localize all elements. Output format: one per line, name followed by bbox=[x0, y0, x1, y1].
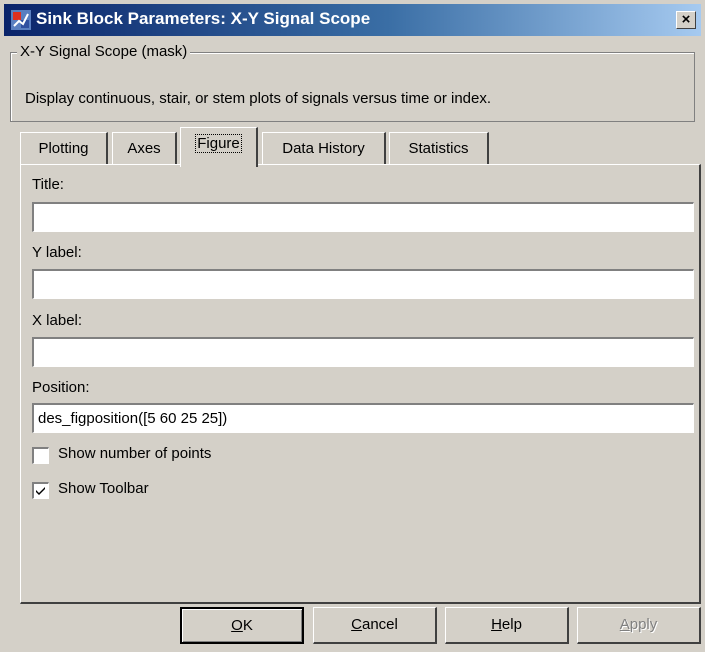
tab-statistics[interactable]: Statistics bbox=[389, 132, 489, 165]
tab-plotting[interactable]: Plotting bbox=[20, 132, 108, 165]
show-toolbar-checkbox[interactable] bbox=[32, 482, 49, 499]
y-label-input[interactable] bbox=[32, 269, 694, 299]
tab-figure[interactable]: Figure bbox=[180, 127, 258, 167]
dialog-window: Sink Block Parameters: X-Y Signal Scope … bbox=[0, 0, 705, 652]
tab-data-history[interactable]: Data History bbox=[262, 132, 386, 165]
x-label-label: X label: bbox=[32, 312, 83, 329]
show-points-checkbox[interactable] bbox=[32, 447, 49, 464]
show-toolbar-label: Show Toolbar bbox=[58, 480, 149, 497]
position-input[interactable] bbox=[32, 403, 694, 433]
tab-axes[interactable]: Axes bbox=[112, 132, 177, 165]
ok-button[interactable]: OK bbox=[180, 607, 304, 644]
title-label: Title: bbox=[32, 176, 64, 193]
title-input[interactable] bbox=[32, 202, 694, 232]
close-icon[interactable]: × bbox=[676, 11, 696, 29]
mask-legend: X-Y Signal Scope (mask) bbox=[17, 43, 191, 60]
simulink-block-icon bbox=[11, 10, 31, 30]
help-button[interactable]: Help bbox=[445, 607, 569, 644]
window-title: Sink Block Parameters: X-Y Signal Scope bbox=[36, 9, 371, 28]
position-label: Position: bbox=[32, 379, 90, 396]
checkmark-icon bbox=[36, 487, 45, 495]
apply-button[interactable]: Apply bbox=[577, 607, 701, 644]
mask-description: Display continuous, stair, or stem plots… bbox=[25, 90, 492, 107]
mask-groupbox bbox=[10, 52, 695, 122]
show-points-label: Show number of points bbox=[58, 445, 212, 462]
y-label-label: Y label: bbox=[32, 244, 82, 261]
x-label-input[interactable] bbox=[32, 337, 694, 367]
title-bar[interactable]: Sink Block Parameters: X-Y Signal Scope … bbox=[4, 4, 701, 36]
cancel-button[interactable]: Cancel bbox=[313, 607, 437, 644]
